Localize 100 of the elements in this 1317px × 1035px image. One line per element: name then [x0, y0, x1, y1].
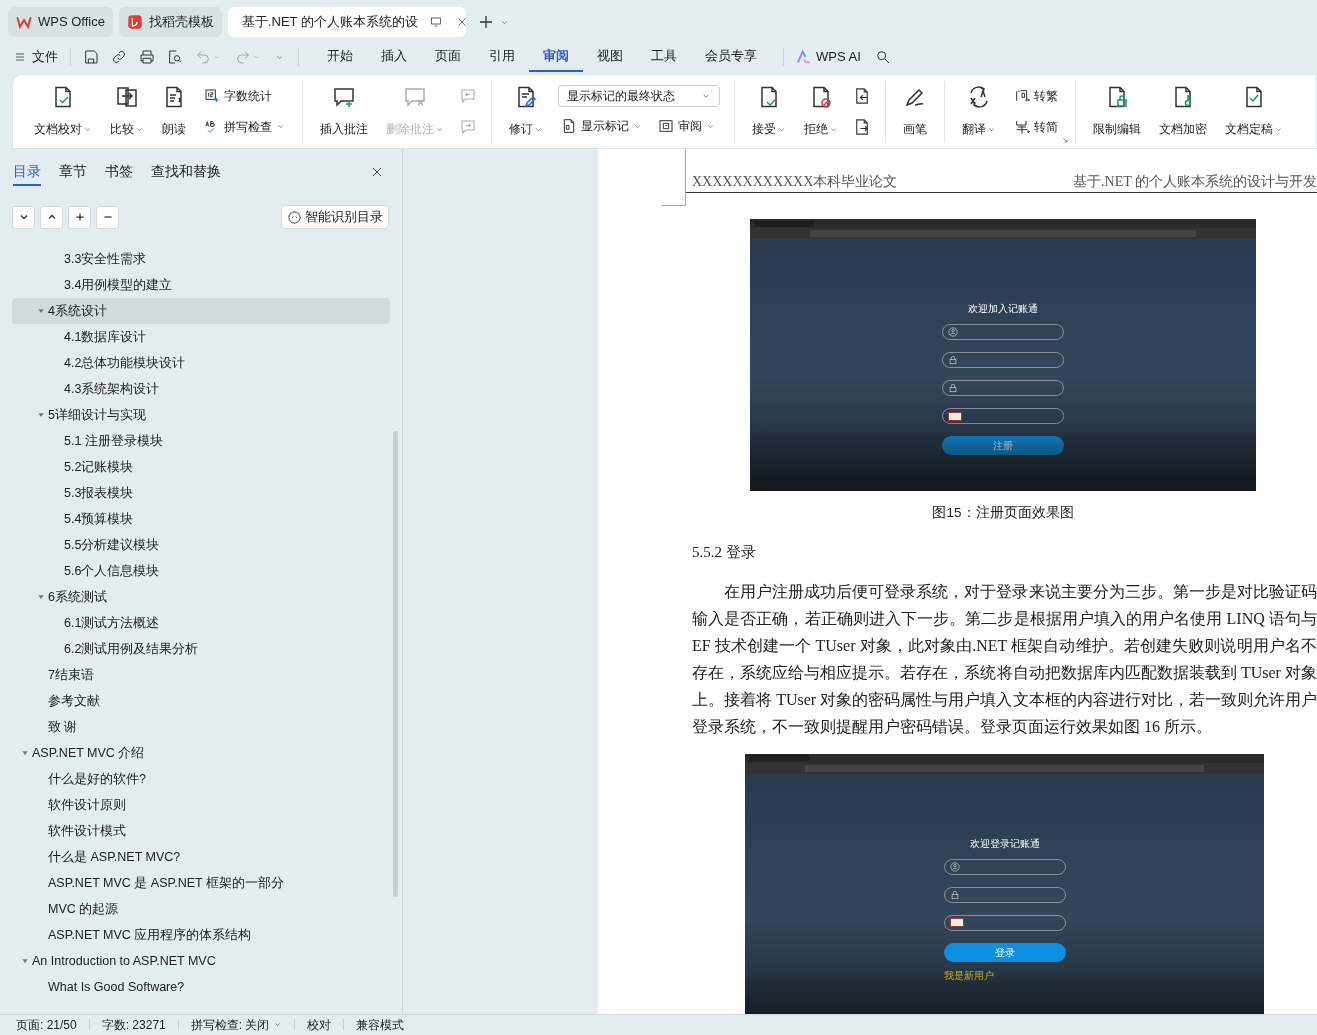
toc-item[interactable]: 5.6个人信息模块 — [12, 558, 390, 584]
ribbon-tab[interactable]: 工具 — [637, 42, 691, 72]
plus-button[interactable] — [68, 205, 91, 229]
show-markup-icon — [561, 118, 577, 135]
translate-icon — [967, 85, 991, 109]
toc-item[interactable]: 4.2总体功能模块设计 — [12, 350, 390, 376]
toc-item[interactable]: MVC 的起源 — [12, 896, 390, 922]
toc-item[interactable]: 4.1数据库设计 — [12, 324, 390, 350]
ribbon-tab[interactable]: 视图 — [583, 42, 637, 72]
link[interactable]: 我是新用户 — [943, 969, 994, 981]
status-item[interactable]: 页面: 21/50 — [16, 1015, 77, 1034]
window-tab[interactable]: 找稻壳模板 — [118, 7, 222, 37]
ribbon-button[interactable]: 拼写检查 — [201, 114, 288, 139]
wps-ai-button[interactable]: WPS AI — [796, 47, 861, 67]
ribbon-button[interactable]: 字数统计 — [201, 84, 288, 109]
ribbon-button[interactable]: 比较 — [103, 81, 151, 142]
expanded-triangle-icon — [37, 411, 45, 419]
sidebar-tab[interactable]: 书签 — [105, 158, 133, 186]
print-preview-icon — [167, 49, 183, 65]
ribbon-button[interactable]: 审阅 — [655, 114, 718, 139]
toc-item[interactable]: 7结束语 — [12, 662, 390, 688]
toc-item[interactable]: 3.4用例模型的建立 — [12, 272, 390, 298]
toc-item[interactable]: 什么是好的软件? — [12, 766, 390, 792]
ribbon-button[interactable]: 转简 — [1011, 114, 1061, 139]
expand-up-button[interactable] — [40, 205, 63, 229]
toc-item[interactable]: 软件设计原则 — [12, 792, 390, 818]
ribbon-button[interactable]: 文档校对 — [27, 81, 99, 142]
monitor-icon — [429, 16, 442, 28]
lock-icon — [949, 889, 960, 900]
status-item[interactable]: 校对 — [307, 1015, 332, 1034]
redo-icon — [235, 49, 251, 65]
status-item[interactable]: 兼容模式 — [356, 1015, 405, 1034]
section-heading: 5.5.2 登录 — [692, 544, 756, 561]
toc-item[interactable]: 软件设计模式 — [12, 818, 390, 844]
ribbon-button[interactable]: 显示标记 — [558, 114, 645, 139]
collapse-down-button[interactable] — [12, 205, 35, 229]
toc-item[interactable]: 3.3安全性需求 — [12, 246, 390, 272]
toc-item[interactable]: 5.2记账模块 — [12, 454, 390, 480]
review-pane-icon — [658, 118, 674, 135]
minus-button[interactable] — [96, 205, 119, 229]
smart-toc-button[interactable]: 智能识别目录 — [281, 205, 389, 229]
ribbon-button[interactable]: 限制编辑 — [1086, 81, 1148, 142]
toc-item[interactable]: 6系统测试 — [12, 584, 390, 610]
scrollbar-thumb[interactable] — [393, 431, 398, 897]
toc-item[interactable]: 5.1 注册登录模块 — [12, 428, 390, 454]
toc-item[interactable]: 5.3报表模块 — [12, 480, 390, 506]
compare-icon — [115, 85, 139, 109]
toc-item[interactable]: An Introduction to ASP.NET MVC — [12, 948, 390, 974]
toc-item[interactable]: 什么是 ASP.NET MVC? — [12, 844, 390, 870]
ribbon-button[interactable]: 文档加密 — [1152, 81, 1214, 142]
markup-dropdown[interactable]: 显示标记的最终状态 — [558, 84, 720, 107]
toc-item[interactable]: 参考文献 — [12, 688, 390, 714]
file-menu[interactable]: 文件 — [14, 47, 58, 67]
ribbon-button[interactable]: 插入批注 — [313, 81, 375, 142]
window-tab[interactable]: WPS Office — [8, 7, 113, 37]
body-paragraph: 在用户注册成功后便可登录系统，对于登录来说主要分为三步。第一步是对比验证码输入是否正确，若正确则进入下一步。第二步是根据用户填入的用户名使用 LINQ 语句与 EF 技术创建一个 TUser 对象，此对象由.NET 框架自动维护。若创建失败则说明用户名不存在，系统应给与相应提示。若存在，系统将自动把数据库内匹配数据装载到 TUser 对象上。接着将 TUser 对象的密码属性与用户填入文本框的内容进行对比，若一致则允许用户登录系统，不一致则提醒用户密码错误。登录页面运行效果如图 16 所示。 — [692, 581, 1317, 737]
template-logo-icon — [126, 14, 143, 30]
toc-item[interactable]: 5详细设计与实现 — [12, 402, 390, 428]
user-icon — [949, 861, 960, 872]
toc-item[interactable]: 致 谢 — [12, 714, 390, 740]
user-icon — [948, 327, 958, 337]
toc-item[interactable]: 4.3系统架构设计 — [12, 376, 390, 402]
ribbon-button[interactable]: 转繁 — [1011, 84, 1061, 109]
status-item[interactable]: 拼写检查: 关闭 — [190, 1015, 283, 1034]
ribbon-button[interactable]: 翻译 — [955, 81, 1003, 142]
ribbon-button[interactable]: 画笔 — [896, 81, 934, 142]
ribbon-tab[interactable]: 插入 — [367, 42, 421, 72]
ribbon-tab[interactable]: 审阅 — [529, 42, 583, 72]
toc-item[interactable]: What Is Good Software? — [12, 974, 390, 1000]
caret-icon — [253, 53, 261, 61]
ribbon-button[interactable]: 朗读 — [155, 81, 193, 142]
expanded-triangle-icon — [37, 593, 45, 601]
window-tab[interactable]: 基于.NET 的个人账本系统的设 — [227, 7, 466, 37]
ribbon-button[interactable]: 文档定稿 — [1218, 81, 1290, 142]
toc-item[interactable]: 4系统设计 — [12, 298, 390, 324]
toc-item[interactable]: 5.4预算模块 — [12, 506, 390, 532]
toc-item[interactable]: ASP.NET MVC 是 ASP.NET 框架的一部分 — [12, 870, 390, 896]
toc-item[interactable]: 5.5分析建议模块 — [12, 532, 390, 558]
ribbon-button[interactable]: 修订 — [502, 81, 550, 142]
dialog-launcher-icon[interactable] — [1061, 136, 1069, 144]
previous-change-icon[interactable] — [853, 87, 871, 106]
toc-item[interactable]: ASP.NET MVC 介绍 — [12, 740, 390, 766]
ribbon-tab[interactable]: 会员专享 — [691, 42, 771, 72]
sidebar-tab[interactable]: 查找和替换 — [151, 158, 221, 186]
new-tab-icon — [477, 14, 494, 30]
toc-item[interactable]: 6.1测试方法概述 — [12, 610, 390, 636]
sidebar-tab[interactable]: 章节 — [59, 158, 87, 186]
toc-item[interactable]: 6.2测试用例及结果分析 — [12, 636, 390, 662]
ribbon-button[interactable]: 接受 — [745, 81, 793, 142]
undo-icon — [195, 49, 211, 65]
ribbon-tab[interactable]: 页面 — [421, 42, 475, 72]
sidebar-tab[interactable]: 目录 — [13, 158, 41, 186]
close-icon — [455, 16, 468, 28]
ribbon-tab[interactable]: 引用 — [475, 42, 529, 72]
traditional-chinese-icon — [1014, 88, 1030, 105]
next-change-icon[interactable] — [853, 117, 871, 136]
toc-item[interactable]: ASP.NET MVC 应用程序的体系结构 — [12, 922, 390, 948]
ribbon-tab[interactable]: 开始 — [313, 42, 367, 72]
ribbon-button[interactable]: 拒绝 — [797, 81, 845, 142]
status-item[interactable]: 字数: 23271 — [101, 1015, 166, 1034]
